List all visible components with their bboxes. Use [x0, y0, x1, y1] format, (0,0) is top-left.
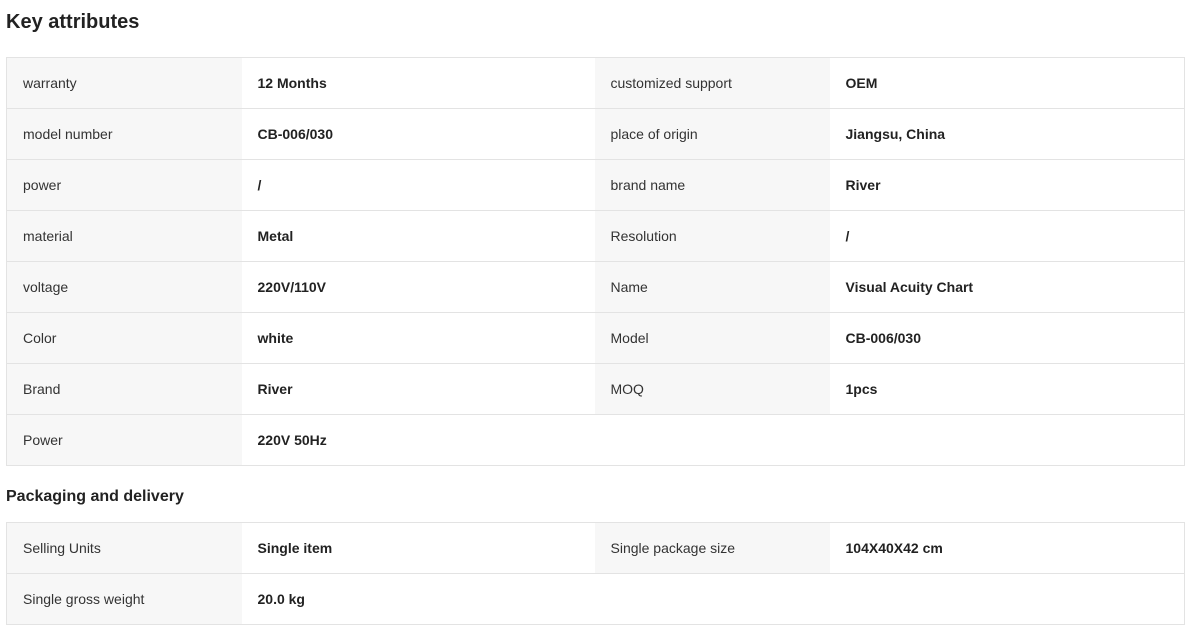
empty-cell — [829, 573, 1185, 625]
attribute-value: 1pcs — [829, 363, 1185, 415]
packaging-title: Packaging and delivery — [6, 488, 184, 505]
key-attributes-title: Key attributes — [6, 11, 140, 33]
attribute-label: Brand — [6, 363, 242, 415]
attribute-value: 104X40X42 cm — [829, 522, 1185, 574]
attribute-row: Color white Model CB-006/030 — [6, 312, 1185, 364]
attribute-label: Single package size — [594, 522, 830, 574]
attribute-value: white — [241, 312, 595, 364]
attribute-value: Jiangsu, China — [829, 108, 1185, 160]
attribute-value: River — [829, 159, 1185, 211]
attribute-label: material — [6, 210, 242, 262]
attribute-value: 20.0 kg — [241, 573, 595, 625]
attribute-label: Power — [6, 414, 242, 466]
attribute-value: 220V/110V — [241, 261, 595, 313]
key-attributes-table: warranty 12 Months customized support OEM mo… — [6, 57, 1185, 466]
attribute-row: Single gross weight 20.0 kg — [6, 573, 1185, 625]
attribute-label: power — [6, 159, 242, 211]
attribute-label: brand name — [594, 159, 830, 211]
attribute-value: OEM — [829, 57, 1185, 109]
attribute-row: Selling Units Single item Single package s… — [6, 522, 1185, 574]
attribute-value: / — [829, 210, 1185, 262]
attribute-label: place of origin — [594, 108, 830, 160]
attribute-row: material Metal Resolution / — [6, 210, 1185, 262]
attribute-value: 220V 50Hz — [241, 414, 595, 466]
empty-cell — [594, 414, 830, 466]
attribute-label: Color — [6, 312, 242, 364]
attribute-label: Resolution — [594, 210, 830, 262]
attribute-label: warranty — [6, 57, 242, 109]
attribute-row: model number CB-006/030 place of origin Jia… — [6, 108, 1185, 160]
attribute-value: CB-006/030 — [241, 108, 595, 160]
attribute-row: voltage 220V/110V Name Visual Acuity Chart — [6, 261, 1185, 313]
attribute-label: model number — [6, 108, 242, 160]
attribute-value: / — [241, 159, 595, 211]
attribute-value: Visual Acuity Chart — [829, 261, 1185, 313]
empty-cell — [594, 573, 830, 625]
attribute-value: Metal — [241, 210, 595, 262]
attribute-label: voltage — [6, 261, 242, 313]
attribute-label: Selling Units — [6, 522, 242, 574]
attribute-label: Single gross weight — [6, 573, 242, 625]
attribute-label: MOQ — [594, 363, 830, 415]
empty-cell — [829, 414, 1185, 466]
attribute-label: Model — [594, 312, 830, 364]
attribute-label: Name — [594, 261, 830, 313]
attribute-value: CB-006/030 — [829, 312, 1185, 364]
packaging-table: Selling Units Single item Single package s… — [6, 522, 1185, 625]
attribute-value: Single item — [241, 522, 595, 574]
attribute-value: 12 Months — [241, 57, 595, 109]
attribute-label: customized support — [594, 57, 830, 109]
attribute-row: Brand River MOQ 1pcs — [6, 363, 1185, 415]
attribute-row: Power 220V 50Hz — [6, 414, 1185, 466]
attribute-row: warranty 12 Months customized support OEM — [6, 57, 1185, 109]
attribute-value: River — [241, 363, 595, 415]
attribute-row: power / brand name River — [6, 159, 1185, 211]
